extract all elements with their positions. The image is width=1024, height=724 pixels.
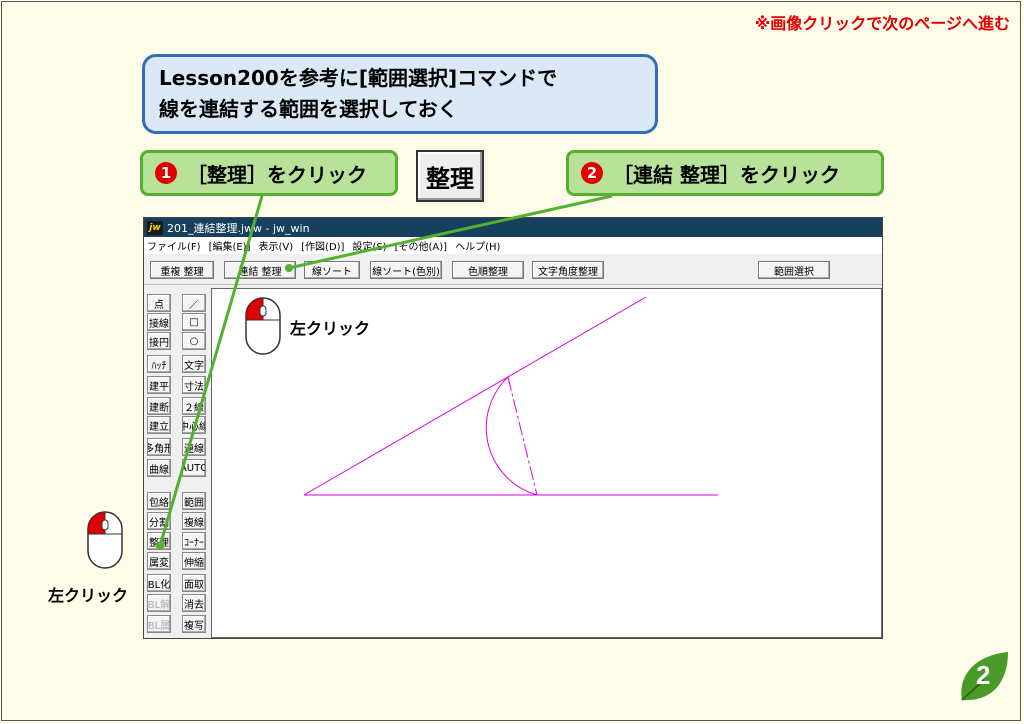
tool-right-13[interactable]: 面取 <box>182 574 206 592</box>
range-select-button[interactable]: 範囲選択 <box>758 261 830 279</box>
connect-cleanup-button[interactable]: 連結 整理 <box>224 261 296 279</box>
tool-right-9[interactable]: 範囲 <box>182 492 206 510</box>
tool-left-14[interactable]: BL解 <box>147 594 171 612</box>
tool-right-2[interactable]: ○ <box>182 332 206 350</box>
tool-left-0[interactable]: 点 <box>147 294 171 312</box>
tool-right-8[interactable]: AUTO <box>182 459 206 477</box>
step-2-box: 2 ［連結 整理］をクリック <box>566 150 884 196</box>
drawing-canvas[interactable] <box>211 288 882 638</box>
left-click-label-top: 左クリック <box>290 319 371 338</box>
line-sort-by-color-button[interactable]: 線ソート(色別) <box>370 261 442 279</box>
tool-right-11[interactable]: ｺｰﾅｰ <box>182 532 206 550</box>
tool-right-0[interactable]: ／ <box>182 294 206 312</box>
step-number-1: 1 <box>155 162 177 184</box>
command-toolbar: 重複 整理 連結 整理 線ソート 線ソート(色別) 色順整理 文字角度整理 範囲… <box>144 256 882 285</box>
callout-line-1: Lesson200を参考に[範囲選択]コマンドで <box>159 66 558 90</box>
tool-right-3[interactable]: 文字 <box>182 355 206 373</box>
jw-app-icon: jw <box>147 220 163 235</box>
window-title: 201_連結整理.jww - jw_win <box>167 221 310 235</box>
menu-other[interactable]: [その他(A)] <box>395 238 447 253</box>
tool-right-10[interactable]: 複線 <box>182 512 206 530</box>
page-number-badge: 2 <box>954 650 1012 710</box>
tool-right-4[interactable]: 寸法 <box>182 376 206 394</box>
tool-left-2[interactable]: 接円 <box>147 332 171 350</box>
window-titlebar: jw 201_連結整理.jww - jw_win <box>144 218 882 237</box>
tool-left-15[interactable]: BL属 <box>147 615 171 633</box>
tool-left-3[interactable]: ﾊｯﾁ <box>147 355 171 373</box>
menu-help[interactable]: ヘルプ(H) <box>455 238 500 253</box>
tool-left-8[interactable]: 曲線 <box>147 459 171 477</box>
tool-left-13[interactable]: BL化 <box>147 574 171 592</box>
tool-right-1[interactable]: □ <box>182 313 206 331</box>
drawn-chain-line <box>507 376 538 496</box>
menu-view[interactable]: 表示(V) <box>259 238 294 253</box>
menu-bar: ファイル(F) [編集(E)] 表示(V) [作図(D)] 設定(S) [その他… <box>144 237 882 254</box>
instruction-callout: Lesson200を参考に[範囲選択]コマンドで 線を連結する範囲を選択しておく <box>142 54 658 134</box>
tool-left-9[interactable]: 包絡 <box>147 492 171 510</box>
tool-left-5[interactable]: 建断 <box>147 397 171 415</box>
menu-draw[interactable]: [作図(D)] <box>301 238 344 253</box>
jw-win-window: jw 201_連結整理.jww - jw_win ファイル(F) [編集(E)]… <box>143 217 883 639</box>
menu-settings[interactable]: 設定(S) <box>352 238 386 253</box>
drawn-arc <box>485 376 538 496</box>
step-1-text: ［整理］をクリック <box>187 162 367 187</box>
tool-right-6[interactable]: 中心線 <box>182 416 206 434</box>
next-page-hint[interactable]: ※画像クリックで次のページへ進む <box>755 10 1010 34</box>
menu-file[interactable]: ファイル(F) <box>147 238 201 253</box>
callout-line-2: 線を連結する範囲を選択しておく <box>159 97 458 121</box>
menu-edit[interactable]: [編集(E)] <box>209 238 251 253</box>
tool-right-12[interactable]: 伸縮 <box>182 552 206 570</box>
page-number: 2 <box>976 660 991 690</box>
step-number-2: 2 <box>581 162 603 184</box>
tool-left-4[interactable]: 建平 <box>147 376 171 394</box>
step-1-box: 1 ［整理］をクリック <box>140 150 398 196</box>
step-2-text: ［連結 整理］をクリック <box>613 162 840 187</box>
drawing-svg <box>303 296 718 496</box>
tool-left-1[interactable]: 接線 <box>147 313 171 331</box>
color-order-button[interactable]: 色順整理 <box>452 261 524 279</box>
tool-left-10[interactable]: 分割 <box>147 512 171 530</box>
tool-left-12[interactable]: 属変 <box>147 552 171 570</box>
left-click-label-bottom: 左クリック <box>48 586 129 605</box>
duplicate-cleanup-button[interactable]: 重複 整理 <box>150 261 214 279</box>
tool-left-6[interactable]: 建立 <box>147 416 171 434</box>
tool-right-7[interactable]: 連線 <box>182 438 206 456</box>
tool-right-5[interactable]: ２線 <box>182 397 206 415</box>
tool-left-11[interactable]: 整理 <box>147 532 171 550</box>
text-angle-button[interactable]: 文字角度整理 <box>532 261 604 279</box>
tool-right-15[interactable]: 複写 <box>182 615 206 633</box>
seiri-button-enlarged: 整理 <box>416 150 484 202</box>
line-sort-button[interactable]: 線ソート <box>304 261 360 279</box>
tool-right-14[interactable]: 消去 <box>182 594 206 612</box>
left-tool-palette: 点接線接円 ﾊｯﾁ 建平建断建立多角形曲線包絡分割整理属変 BL化 BL解 BL属 ／□○ 文… <box>144 288 210 638</box>
tool-left-7[interactable]: 多角形 <box>147 438 171 456</box>
